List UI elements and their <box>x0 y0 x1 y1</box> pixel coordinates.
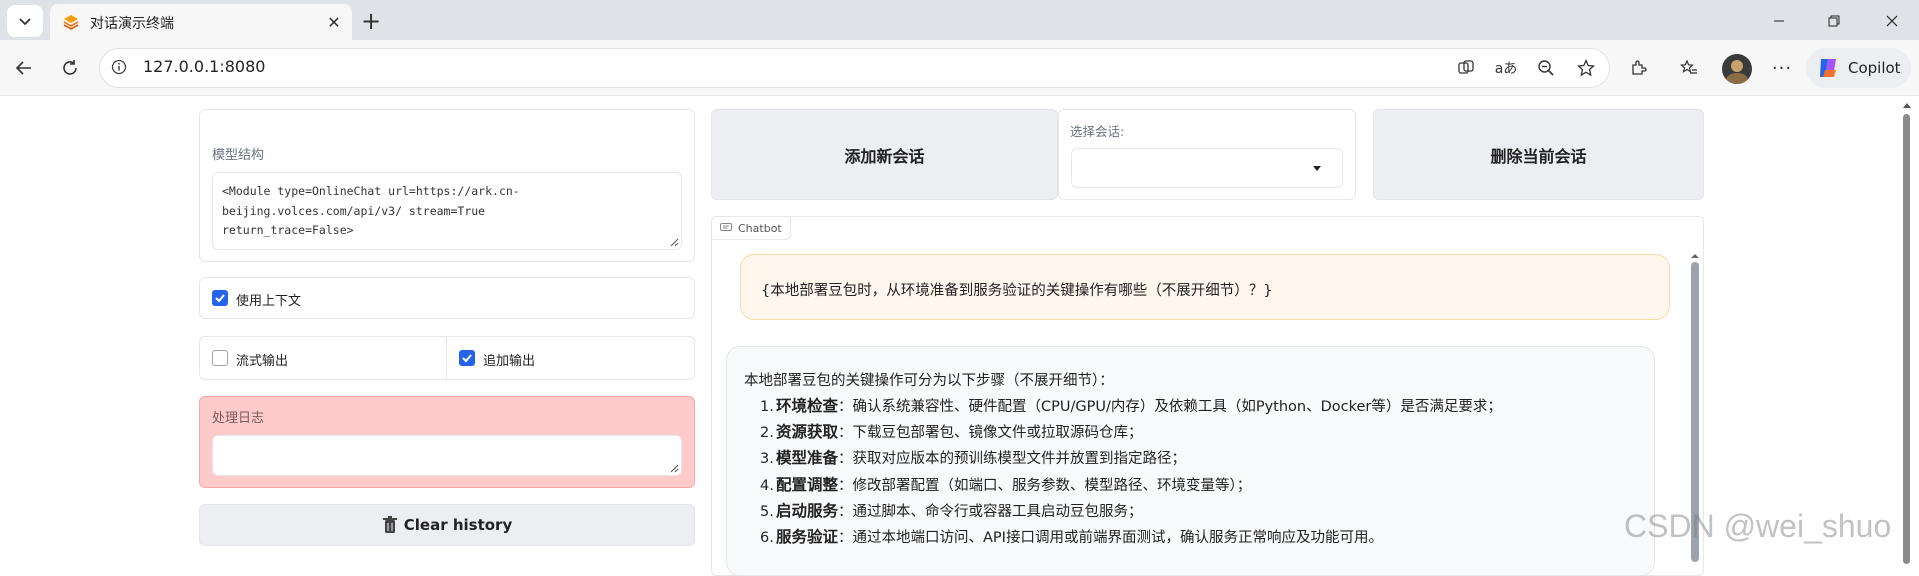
favorite-star-icon[interactable] <box>1570 52 1602 84</box>
delete-session-button[interactable]: 删除当前会话 <box>1373 109 1704 200</box>
resize-handle-icon[interactable] <box>669 463 679 473</box>
select-session-label: 选择会话: <box>1070 124 1125 139</box>
step-number: 3. <box>760 451 774 468</box>
step-text: ：下载豆包部署包、镜像文件或拉取源码仓库； <box>838 425 1143 442</box>
step-title: 环境检查 <box>776 397 839 415</box>
resize-handle-icon[interactable] <box>669 237 679 247</box>
chat-bubble-icon <box>720 223 732 231</box>
url-text[interactable]: 127.0.0.1:8080 <box>143 57 265 76</box>
step-item: 4. 配置调整：修改部署配置（如端口、服务参数、模型路径、环境变量等）； <box>760 473 1251 495</box>
step-item: 2. 资源获取：下载豆包部署包、镜像文件或拉取源码仓库； <box>760 420 1143 442</box>
translate-icon[interactable]: aあ <box>1490 52 1522 84</box>
use-context-checkbox[interactable] <box>212 290 228 306</box>
minimize-icon[interactable] <box>1755 6 1803 36</box>
clear-history-label: Clear history <box>403 516 513 534</box>
step-text: ：修改部署配置（如端口、服务参数、模型路径、环境变量等）； <box>838 477 1252 494</box>
stream-output-label: 流式输出 <box>236 354 289 369</box>
step-text: ：通过脚本、命令行或容器工具启动豆包服务； <box>838 503 1143 520</box>
app-logo-icon <box>63 15 79 30</box>
append-output-label: 追加输出 <box>483 354 536 369</box>
step-text: ：获取对应版本的预训练模型文件并放置到指定路径； <box>838 451 1187 468</box>
step-number: 2. <box>760 425 774 442</box>
step-text: ：确认系统兼容性、硬件配置（CPU/GPU/内存）及依赖工具（如Python、D… <box>838 399 1502 415</box>
copilot-label: Copilot <box>1848 59 1901 77</box>
dropdown-arrow-icon <box>1313 166 1321 171</box>
favorites-list-icon[interactable] <box>1673 52 1705 84</box>
site-info-icon[interactable] <box>111 59 127 75</box>
model-structure-text: <Module type=OnlineChat url=https://ark.… <box>222 184 520 237</box>
more-menu-icon[interactable]: ··· <box>1766 52 1798 84</box>
model-structure-label: 模型结构 <box>212 148 265 163</box>
step-number: 1. <box>760 399 774 415</box>
back-arrow-icon[interactable] <box>8 52 40 84</box>
step-title: 启动服务 <box>776 501 839 520</box>
chatbot-tag: Chatbot <box>711 216 791 240</box>
profile-avatar[interactable] <box>1722 54 1752 84</box>
scroll-up-icon[interactable] <box>1690 252 1700 260</box>
options-divider <box>446 337 447 379</box>
zoom-out-icon[interactable] <box>1530 52 1562 84</box>
checkmark-icon <box>215 294 225 303</box>
chatbot-label: Chatbot <box>738 221 782 235</box>
user-message-bubble: {本地部署豆包时，从环境准备到服务验证的关键操作有哪些（不展开细节）？} <box>740 254 1670 320</box>
page-scroll-up-icon[interactable] <box>1901 100 1913 110</box>
session-select-dropdown[interactable] <box>1071 148 1343 188</box>
checkmark-icon <box>462 354 472 363</box>
use-context-label: 使用上下文 <box>236 294 302 309</box>
page-scroll-thumb[interactable] <box>1903 114 1910 564</box>
bot-intro-text: 本地部署豆包的关键操作可分为以下步骤（不展开细节）： <box>744 373 1114 389</box>
step-item: 3. 模型准备：获取对应版本的预训练模型文件并放置到指定路径； <box>760 446 1186 468</box>
add-session-button[interactable]: 添加新会话 <box>711 109 1058 200</box>
address-bar[interactable] <box>99 48 1610 88</box>
tab-title: 对话演示终端 <box>90 16 174 32</box>
model-structure-textarea[interactable]: <Module type=OnlineChat url=https://ark.… <box>212 172 682 250</box>
watermark-text: CSDN @wei_shuo <box>1624 508 1892 544</box>
step-item: 6. 服务验证：通过本地端口访问、API接口调用或前端界面测试，确认服务正常响应及… <box>760 525 1383 547</box>
log-label: 处理日志 <box>212 411 265 426</box>
step-item: 1. 环境检查：确认系统兼容性、硬件配置（CPU/GPU/内存）及依赖工具（如Py… <box>760 394 1502 416</box>
clear-history-button[interactable]: Clear history <box>199 504 695 546</box>
step-text: ：通过本地端口访问、API接口调用或前端界面测试，确认服务正常响应及功能可用。 <box>838 530 1383 546</box>
read-aloud-icon[interactable] <box>1450 52 1482 84</box>
user-message-text: {本地部署豆包时，从环境准备到服务验证的关键操作有哪些（不展开细节）？} <box>761 283 1273 299</box>
new-tab-icon[interactable]: + <box>356 6 386 36</box>
tab-list-button[interactable] <box>7 5 43 37</box>
step-number: 6. <box>760 530 774 546</box>
reload-icon[interactable] <box>54 52 86 84</box>
browser-tab[interactable]: 对话演示终端 ✕ <box>50 4 352 40</box>
tab-close-icon[interactable]: ✕ <box>322 10 346 34</box>
step-item: 5. 启动服务：通过脚本、命令行或容器工具启动豆包服务； <box>760 499 1143 521</box>
step-title: 模型准备 <box>776 449 839 468</box>
copilot-button[interactable]: Copilot <box>1806 48 1911 88</box>
append-output-checkbox[interactable] <box>459 350 475 366</box>
page-scrollbar[interactable] <box>1900 98 1914 564</box>
chevron-down-icon <box>19 18 31 26</box>
step-number: 4. <box>760 477 774 494</box>
copilot-icon <box>1820 59 1836 77</box>
trash-icon <box>382 516 397 533</box>
close-window-icon[interactable] <box>1868 6 1916 36</box>
restore-icon[interactable] <box>1810 6 1858 36</box>
stream-output-checkbox[interactable] <box>212 350 228 366</box>
step-title: 资源获取 <box>776 423 839 442</box>
log-textarea[interactable] <box>212 435 682 476</box>
extensions-icon[interactable] <box>1623 52 1655 84</box>
step-number: 5. <box>760 503 774 520</box>
step-title: 配置调整 <box>776 475 839 494</box>
step-title: 服务验证 <box>776 528 839 546</box>
